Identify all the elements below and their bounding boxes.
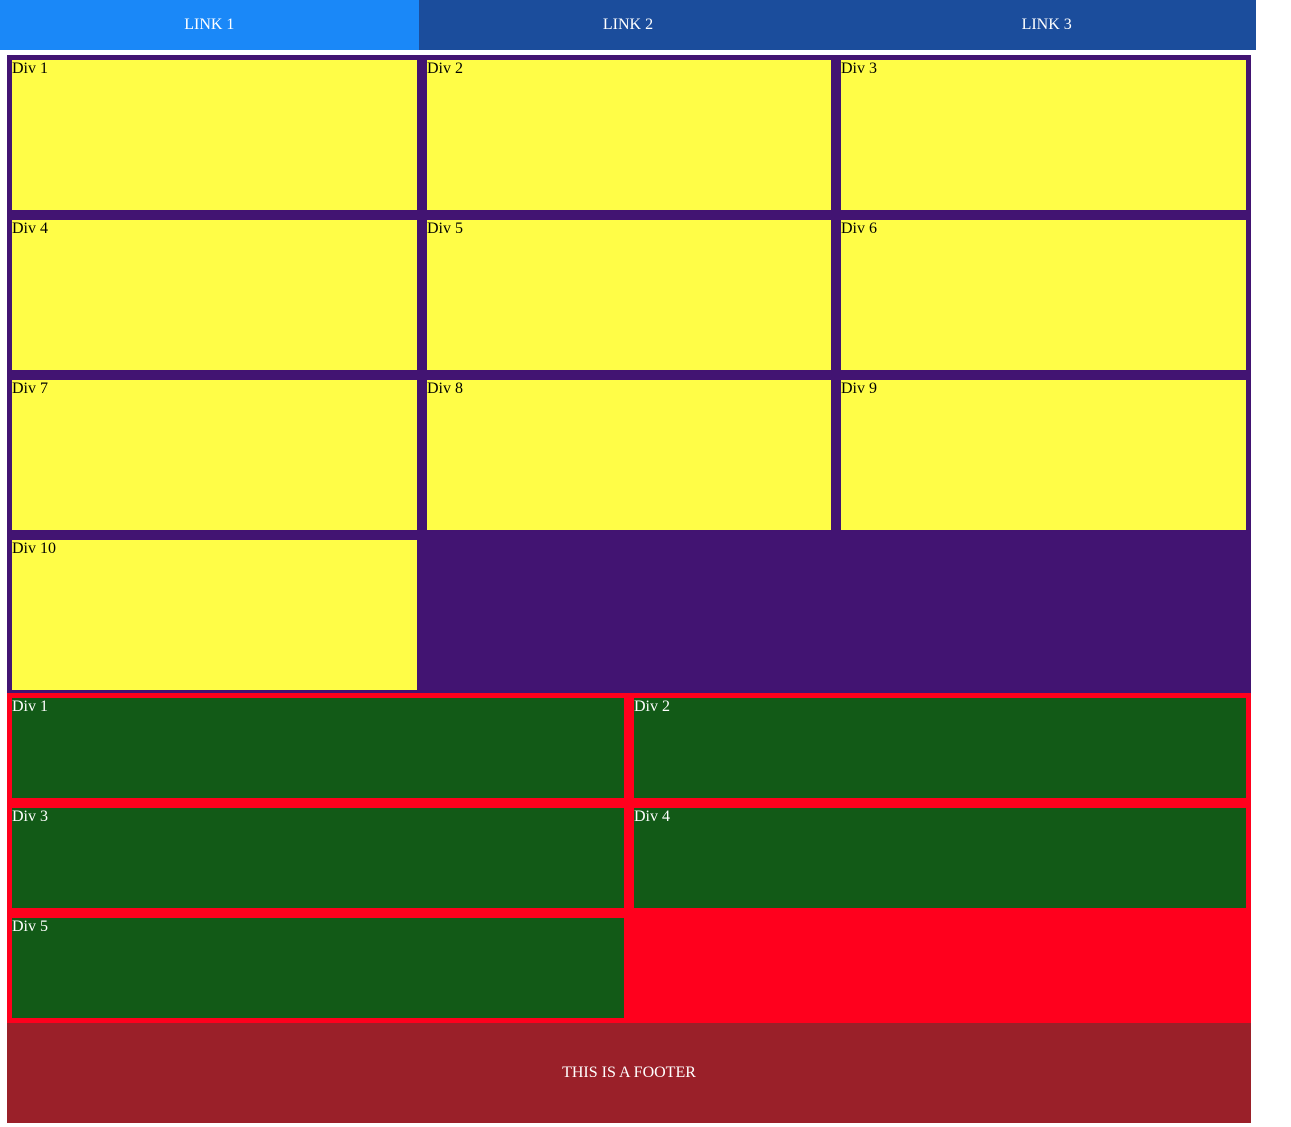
green-grid-container: Div 1 Div 2 Div 3 Div 4 Div 5 <box>7 693 1251 1023</box>
grid-item: Div 1 <box>12 60 417 210</box>
footer-text: THIS IS A FOOTER <box>562 1064 696 1081</box>
grid-item: Div 2 <box>634 698 1246 798</box>
nav-link-1[interactable]: LINK 1 <box>0 0 419 50</box>
grid-item: Div 2 <box>427 60 831 210</box>
top-nav: LINK 1 LINK 2 LINK 3 <box>0 0 1257 50</box>
grid-item: Div 8 <box>427 380 831 530</box>
grid-item: Div 6 <box>841 220 1246 370</box>
grid-item: Div 5 <box>12 918 624 1018</box>
grid-item: Div 5 <box>427 220 831 370</box>
footer: THIS IS A FOOTER <box>7 1023 1251 1123</box>
grid-item: Div 4 <box>634 808 1246 908</box>
nav-link-3[interactable]: LINK 3 <box>837 0 1257 50</box>
yellow-grid-container: Div 1 Div 2 Div 3 Div 4 Div 5 Div 6 Div … <box>7 55 1251 696</box>
grid-item: Div 10 <box>12 540 417 690</box>
grid-item: Div 3 <box>12 808 624 908</box>
nav-link-2[interactable]: LINK 2 <box>418 0 838 50</box>
grid-item: Div 7 <box>12 380 417 530</box>
grid-item: Div 1 <box>12 698 624 798</box>
grid-item: Div 4 <box>12 220 417 370</box>
grid-item: Div 9 <box>841 380 1246 530</box>
grid-item: Div 3 <box>841 60 1246 210</box>
